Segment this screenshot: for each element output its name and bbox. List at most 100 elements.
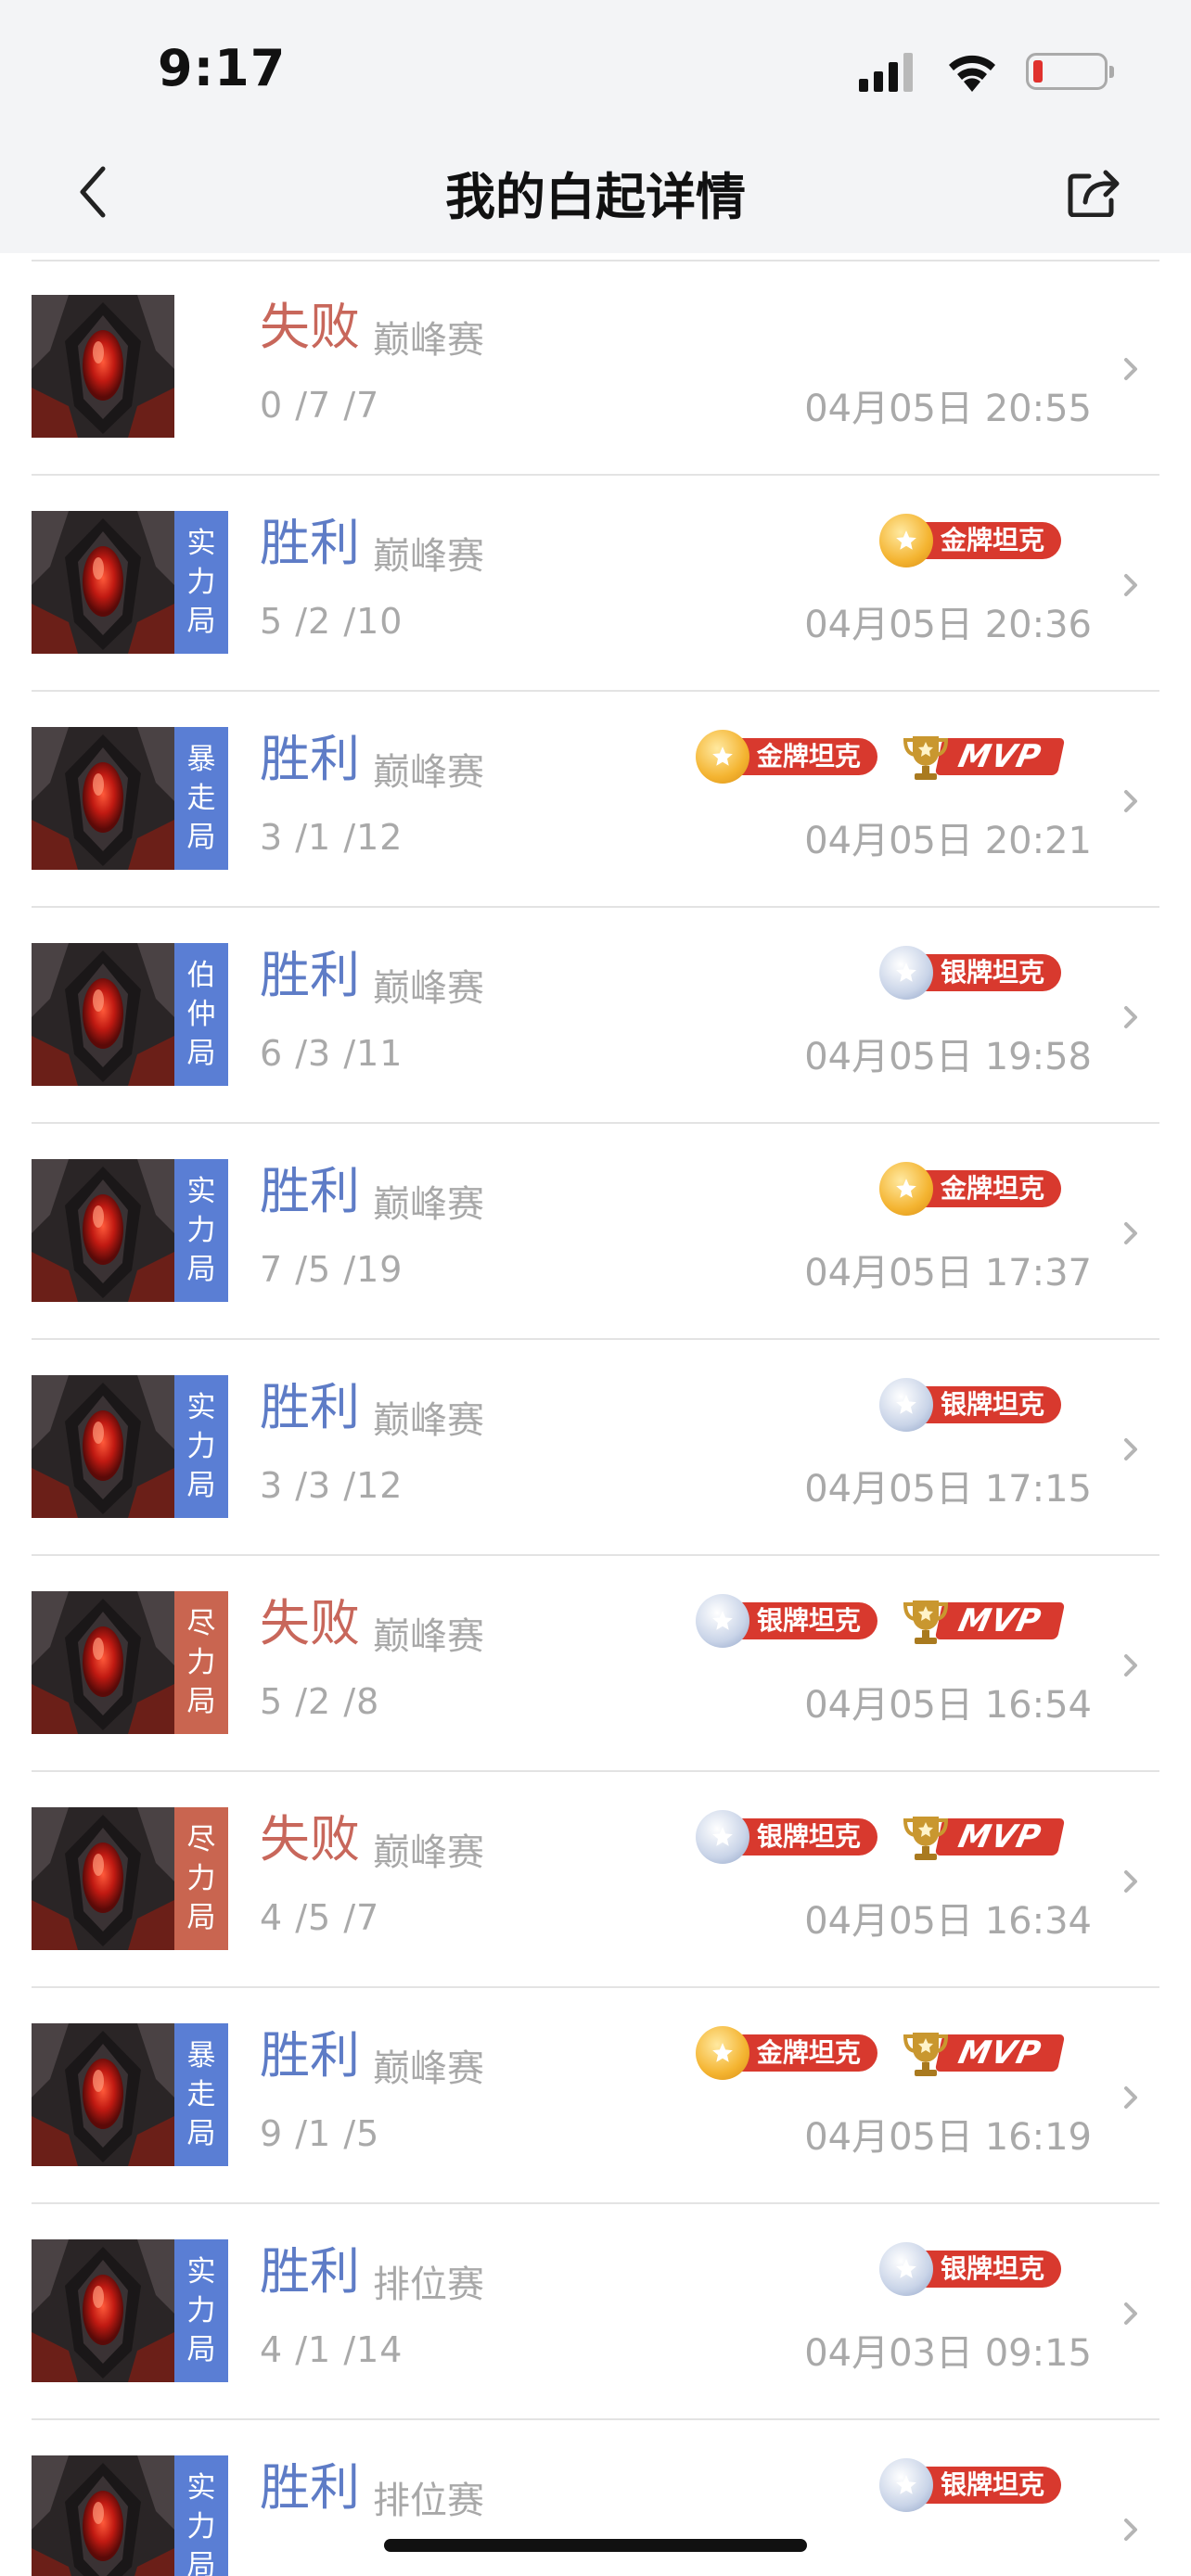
wifi-icon <box>949 55 995 92</box>
match-result: 胜利 <box>260 946 360 1004</box>
badge-group: 银牌坦克 <box>859 1375 1061 1435</box>
match-result: 胜利 <box>260 1162 360 1220</box>
silver-tank-badge: 银牌坦克 <box>878 1378 1061 1432</box>
gold-tank-badge: 金牌坦克 <box>878 1162 1061 1216</box>
silver-medal-icon <box>878 1378 933 1432</box>
cellular-signal-icon <box>859 51 918 92</box>
hero-avatar <box>32 1375 174 1518</box>
game-type: 巅峰赛 <box>373 1831 484 1874</box>
top-bar: 9:17 我的白起详情 <box>0 0 1191 253</box>
battery-icon <box>1026 53 1114 90</box>
match-row-4[interactable]: 伯仲局 胜利 巅峰赛 银牌坦克 6 /3 /11 04月05日 19:58 <box>0 908 1191 1124</box>
badge-label: 金牌坦克 <box>734 2034 877 2072</box>
chevron-right-icon <box>1124 1654 1137 1677</box>
hero-avatar <box>32 1807 174 1950</box>
hero-avatar <box>32 1591 174 1734</box>
match-datetime: 04月03日 09:15 <box>804 2332 1092 2375</box>
share-icon <box>1068 170 1120 217</box>
status-time: 9:17 <box>158 39 287 97</box>
game-type: 巅峰赛 <box>373 2047 484 2090</box>
hero-avatar <box>32 295 174 438</box>
chevron-right-icon <box>1124 1438 1137 1460</box>
badge-label: MVP <box>934 1818 1066 1855</box>
match-datetime: 04月05日 20:21 <box>804 820 1092 862</box>
chevron-right-icon <box>1124 574 1137 596</box>
silver-medal-icon <box>695 1594 749 1648</box>
game-type: 巅峰赛 <box>373 535 484 578</box>
match-row-5[interactable]: 实力局 胜利 巅峰赛 金牌坦克 7 /5 /19 04月05日 17:37 <box>0 1124 1191 1340</box>
match-datetime: 04月05日 17:37 <box>804 1252 1092 1294</box>
match-result: 胜利 <box>260 1378 360 1436</box>
mode-tag: 实力局 <box>174 2239 228 2382</box>
match-row-9[interactable]: 暴走局 胜利 巅峰赛 金牌坦克 MVP 9 /1 /5 04月05日 16:19 <box>0 1988 1191 2204</box>
gold-medal-icon <box>695 730 749 784</box>
kda: 3 /3 /12 <box>260 1465 403 1506</box>
kda: 3 /1 /12 <box>260 817 403 858</box>
hero-avatar <box>32 2239 174 2382</box>
match-datetime: 04月05日 17:15 <box>804 1468 1092 1511</box>
kda: 5 /2 /10 <box>260 601 403 642</box>
silver-tank-badge: 银牌坦克 <box>878 2458 1061 2512</box>
kda: 9 /1 /5 <box>260 2113 380 2154</box>
match-row-10[interactable]: 实力局 胜利 排位赛 银牌坦克 4 /1 /14 04月03日 09:15 <box>0 2204 1191 2420</box>
badge-label: MVP <box>934 1602 1066 1639</box>
badge-label: 金牌坦克 <box>917 522 1061 559</box>
badge-label: 银牌坦克 <box>917 2251 1061 2288</box>
match-result: 失败 <box>260 298 360 356</box>
match-datetime: 04月05日 19:58 <box>804 1036 1092 1078</box>
badge-group: 银牌坦克 <box>859 943 1061 1002</box>
badge-label: MVP <box>934 2034 1066 2072</box>
badge-group: 金牌坦克 MVP <box>675 2023 1066 2083</box>
match-row-8[interactable]: 尽力局 失败 巅峰赛 银牌坦克 MVP 4 /5 /7 04月05日 16:34 <box>0 1772 1191 1988</box>
match-datetime: 04月05日 20:55 <box>804 388 1092 430</box>
game-type: 排位赛 <box>373 2264 484 2306</box>
match-result: 胜利 <box>260 514 360 572</box>
match-result: 失败 <box>260 1810 360 1868</box>
match-row-2[interactable]: 实力局 胜利 巅峰赛 金牌坦克 5 /2 /10 04月05日 20:36 <box>0 476 1191 692</box>
trophy-icon <box>903 2033 948 2076</box>
badge-group: 银牌坦克 <box>859 2239 1061 2299</box>
match-datetime: 04月05日 20:36 <box>804 604 1092 646</box>
hero-avatar <box>32 2023 174 2166</box>
match-datetime: 04月05日 16:19 <box>804 2116 1092 2159</box>
match-row-11[interactable]: 实力局 胜利 排位赛 银牌坦克 <box>0 2420 1191 2576</box>
mode-tag: 实力局 <box>174 1375 228 1518</box>
gold-tank-badge: 金牌坦克 <box>695 730 877 784</box>
badge-label: 金牌坦克 <box>917 1170 1061 1207</box>
hero-avatar <box>32 1159 174 1302</box>
match-row-7[interactable]: 尽力局 失败 巅峰赛 银牌坦克 MVP 5 /2 /8 04月05日 16:54 <box>0 1556 1191 1772</box>
kda: 0 /7 /7 <box>260 385 380 426</box>
game-type: 巅峰赛 <box>373 1399 484 1442</box>
badge-group: 银牌坦克 <box>859 2455 1061 2515</box>
mode-tag: 暴走局 <box>174 2023 228 2166</box>
match-row-1[interactable]: 失败 巅峰赛 0 /7 /7 04月05日 20:55 <box>0 260 1191 476</box>
hero-avatar <box>32 511 174 654</box>
mode-tag: 尽力局 <box>174 1807 228 1950</box>
silver-tank-badge: 银牌坦克 <box>695 1594 877 1648</box>
match-row-6[interactable]: 实力局 胜利 巅峰赛 银牌坦克 3 /3 /12 04月05日 17:15 <box>0 1340 1191 1556</box>
silver-tank-badge: 银牌坦克 <box>695 1810 877 1864</box>
mode-tag: 伯仲局 <box>174 943 228 1086</box>
game-type: 巅峰赛 <box>373 751 484 794</box>
mvp-badge: MVP <box>898 1597 1066 1645</box>
kda: 4 /1 /14 <box>260 2329 403 2370</box>
hero-avatar <box>32 2455 174 2576</box>
trophy-icon <box>903 1817 948 1860</box>
match-row-3[interactable]: 暴走局 胜利 巅峰赛 金牌坦克 MVP 3 /1 /12 04月05日 20:21 <box>0 692 1191 908</box>
badge-label: 银牌坦克 <box>917 954 1061 991</box>
game-type: 排位赛 <box>373 2480 484 2522</box>
badge-label: 银牌坦克 <box>734 1602 877 1639</box>
silver-medal-icon <box>878 946 933 1000</box>
trophy-icon <box>903 1600 948 1644</box>
share-button[interactable] <box>1061 159 1126 224</box>
badge-group: 金牌坦克 MVP <box>675 727 1066 786</box>
mvp-badge: MVP <box>898 2029 1066 2077</box>
hero-avatar <box>32 943 174 1086</box>
match-datetime: 04月05日 16:54 <box>804 1684 1092 1727</box>
match-result: 失败 <box>260 1594 360 1652</box>
silver-medal-icon <box>878 2242 933 2296</box>
game-type: 巅峰赛 <box>373 1183 484 1226</box>
mode-tag: 实力局 <box>174 2455 228 2576</box>
gold-medal-icon <box>695 2026 749 2080</box>
game-type: 巅峰赛 <box>373 319 484 362</box>
